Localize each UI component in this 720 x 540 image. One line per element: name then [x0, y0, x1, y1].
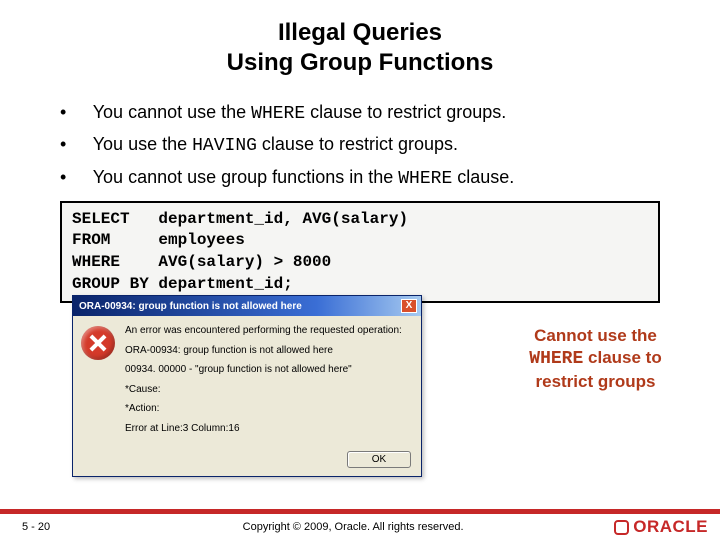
oracle-logo-text: ORACLE: [633, 517, 708, 537]
error-icon: [81, 326, 115, 360]
bullet-1-text-b: clause to restrict groups.: [305, 102, 506, 122]
bullet-3-keyword: WHERE: [398, 169, 452, 189]
oracle-logo: ORACLE: [614, 517, 708, 537]
bullet-1-text-a: You cannot use the: [93, 102, 251, 122]
dialog-body: An error was encountered performing the …: [73, 316, 421, 449]
dialog-vendor: Error at Line:3 Column:16: [125, 422, 402, 436]
bullet-2-keyword: HAVING: [192, 136, 257, 156]
oracle-logo-icon: [614, 520, 629, 535]
bullet-3-text-b: clause.: [452, 167, 514, 187]
dialog-title-text: ORA-00934: group function is not allowed…: [79, 301, 302, 312]
bullet-1: You cannot use the WHERE clause to restr…: [60, 100, 660, 126]
dialog-action: *Action:: [125, 402, 402, 416]
bullet-1-keyword: WHERE: [251, 104, 305, 124]
dialog-button-row: OK: [73, 449, 421, 476]
error-dialog: ORA-00934: group function is not allowed…: [72, 295, 422, 477]
bullet-2-text-a: You use the: [93, 134, 192, 154]
sql-code-block: SELECT department_id, AVG(salary) FROM e…: [60, 201, 660, 303]
ok-button[interactable]: OK: [347, 451, 411, 468]
bullet-2-text-b: clause to restrict groups.: [257, 134, 458, 154]
slide: Illegal Queries Using Group Functions Yo…: [0, 0, 720, 540]
title-line-1: Illegal Queries: [278, 19, 442, 46]
callout-line-b: clause to: [583, 348, 661, 367]
dialog-cause: *Cause:: [125, 383, 402, 397]
dialog-title-bar: ORA-00934: group function is not allowed…: [73, 296, 421, 316]
bullet-3: You cannot use group functions in the WH…: [60, 165, 660, 191]
page-title: Illegal Queries Using Group Functions: [0, 0, 720, 78]
callout-line-c: restrict groups: [536, 372, 656, 391]
close-icon[interactable]: X: [401, 299, 417, 313]
callout-keyword: WHERE: [529, 349, 583, 369]
dialog-line-1: An error was encountered performing the …: [125, 324, 402, 338]
dialog-text: An error was encountered performing the …: [125, 324, 402, 441]
footer: 5 - 20 Copyright © 2009, Oracle. All rig…: [0, 514, 720, 540]
bullet-list: You cannot use the WHERE clause to restr…: [60, 100, 660, 191]
copyright-text: Copyright © 2009, Oracle. All rights res…: [92, 521, 614, 533]
bullet-3-text-a: You cannot use group functions in the: [93, 167, 399, 187]
bullet-2: You use the HAVING clause to restrict gr…: [60, 132, 660, 158]
page-number: 5 - 20: [22, 521, 92, 533]
callout-note: Cannot use the WHERE clause to restrict …: [503, 325, 688, 394]
dialog-line-3: 00934. 00000 - "group function is not al…: [125, 363, 402, 377]
callout-line-a: Cannot use the: [534, 326, 657, 345]
title-line-2: Using Group Functions: [227, 49, 494, 76]
dialog-line-2: ORA-00934: group function is not allowed…: [125, 344, 402, 358]
